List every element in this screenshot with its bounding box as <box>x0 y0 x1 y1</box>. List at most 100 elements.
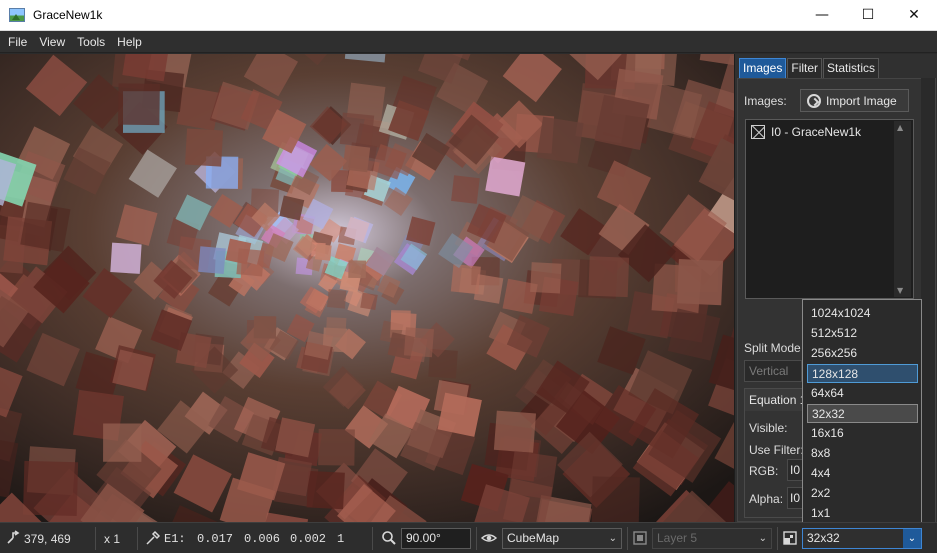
import-icon <box>807 93 821 108</box>
texture-pixel-tile <box>20 201 71 252</box>
texture-pixel-tile <box>253 316 277 339</box>
pixel-value-g: 0.006 <box>244 531 281 546</box>
rgb-input[interactable]: I0 <box>787 459 803 481</box>
fov-zoom-icon <box>382 531 396 545</box>
texture-pixel-tile <box>306 470 345 510</box>
texture-pixel-tile <box>327 289 347 309</box>
rgb-label: RGB: <box>749 464 779 478</box>
image-name: I0 - GraceNew1k <box>771 125 862 139</box>
layer-icon <box>633 531 647 545</box>
menu-bar: File View Tools Help <box>0 31 937 53</box>
texture-pixel-tile <box>318 428 355 466</box>
texture-pixel-tile <box>185 128 224 167</box>
scroll-up-icon[interactable]: ▲ <box>897 123 903 132</box>
texture-pixel-tile <box>198 246 226 274</box>
image-viewport[interactable] <box>0 54 734 522</box>
texture-pixel-tile <box>676 259 724 306</box>
layer-select[interactable]: Layer 5 ⌄ <box>652 528 772 549</box>
resolution-option-hovered[interactable]: 128x128 <box>807 364 918 383</box>
texture-pixel-tile <box>23 460 79 516</box>
resolution-option[interactable]: 1x1 <box>807 504 918 523</box>
list-scrollbar[interactable]: ▲ ▼ <box>894 121 911 297</box>
resolution-option[interactable]: 512x512 <box>807 324 918 343</box>
texture-pixel-tile <box>591 476 640 522</box>
chevron-down-icon: ⌄ <box>758 533 767 544</box>
texture-pixel-tile <box>428 348 458 379</box>
texture-pixel-tile <box>451 175 480 204</box>
panel-scrollbar[interactable] <box>921 78 935 522</box>
resolution-value: 32x32 <box>807 531 840 545</box>
projection-value: CubeMap <box>507 531 560 545</box>
resolution-select[interactable]: 32x32 ⌄ <box>802 528 922 549</box>
alpha-label: Alpha: <box>749 492 784 506</box>
chevron-down-icon[interactable]: ⌄ <box>903 529 921 548</box>
scroll-down-icon[interactable]: ▼ <box>897 286 903 295</box>
panel-tabs: Images Filter Statistics <box>739 58 880 78</box>
texture-pixel-tile <box>485 156 526 197</box>
cubemap-render <box>0 54 734 522</box>
texture-pixel-tile <box>275 417 316 458</box>
alpha-input[interactable]: I0 <box>787 487 803 509</box>
resolution-dropdown-popup[interactable]: 1024x1024 512x512 256x256 128x128 64x64 … <box>802 299 922 524</box>
status-bar: 379, 469 x 1 E1: 0.017 0.006 0.002 1 90.… <box>0 522 937 553</box>
menu-tools[interactable]: Tools <box>71 31 111 53</box>
texture-pixel-tile <box>360 292 378 311</box>
app-image-icon <box>9 8 25 22</box>
texture-pixel-tile <box>118 83 160 126</box>
fov-input[interactable]: 90.00° <box>401 528 471 549</box>
texture-pixel-tile <box>348 260 367 279</box>
split-mode-select[interactable]: Vertical <box>744 360 802 382</box>
texture-pixel-tile <box>536 116 584 164</box>
texture-pixel-tile <box>588 256 630 298</box>
texture-pixel-tile <box>110 242 142 274</box>
cursor-coords: 379, 469 <box>24 531 71 546</box>
texture-pixel-tile <box>342 144 371 173</box>
tab-filter[interactable]: Filter <box>787 58 823 78</box>
texture-pixel-tile <box>103 423 142 462</box>
visible-label: Visible: <box>749 421 788 435</box>
layer-value: Layer 5 <box>657 531 698 545</box>
use-filter-label: Use Filter: <box>749 443 804 457</box>
resolution-option[interactable]: 1024x1024 <box>807 304 918 323</box>
menu-file[interactable]: File <box>2 31 33 53</box>
texture-pixel-tile <box>325 317 347 338</box>
texture-pixel-tile <box>594 94 650 151</box>
minimize-button[interactable]: — <box>799 0 845 31</box>
texture-pixel-tile <box>493 410 537 453</box>
list-item[interactable]: I0 - GraceNew1k <box>751 125 861 139</box>
import-image-button[interactable]: Import Image <box>800 89 909 112</box>
projection-select[interactable]: CubeMap ⌄ <box>502 528 622 549</box>
images-label: Images: <box>744 94 787 108</box>
resolution-option[interactable]: 64x64 <box>807 384 918 403</box>
texture-pixel-tile <box>314 244 332 261</box>
split-mode-label: Split Mode <box>744 341 801 355</box>
image-thumbnail-icon <box>751 125 765 139</box>
tab-statistics[interactable]: Statistics <box>823 58 880 78</box>
resolution-option[interactable]: 4x4 <box>807 464 918 483</box>
pixel-value-a: 1 <box>337 531 345 546</box>
resolution-option[interactable]: 256x256 <box>807 344 918 363</box>
import-image-label: Import Image <box>826 93 897 108</box>
menu-help[interactable]: Help <box>111 31 148 53</box>
window-title: GraceNew1k <box>33 8 103 22</box>
texture-pixel-tile <box>390 310 411 331</box>
resolution-option[interactable]: 16x16 <box>807 424 918 443</box>
maximize-button[interactable]: ☐ <box>845 0 891 31</box>
title-bar: GraceNew1k — ☐ ✕ <box>0 0 937 31</box>
resolution-option[interactable]: 8x8 <box>807 444 918 463</box>
texture-pixel-tile <box>339 112 375 147</box>
menu-view[interactable]: View <box>33 31 71 53</box>
chevron-down-icon: ⌄ <box>608 533 617 544</box>
resolution-option[interactable]: 2x2 <box>807 484 918 503</box>
resolution-option-selected[interactable]: 32x32 <box>807 404 918 423</box>
pixel-equation-label: E1: <box>164 531 186 546</box>
cursor-position-icon <box>7 530 20 544</box>
tab-images[interactable]: Images <box>739 58 787 78</box>
pixel-value-r: 0.017 <box>197 531 234 546</box>
mipmap-icon <box>783 531 797 545</box>
pixel-value-b: 0.002 <box>290 531 327 546</box>
eye-icon <box>481 534 497 542</box>
image-list[interactable]: I0 - GraceNew1k ▲ ▼ <box>745 119 914 299</box>
close-button[interactable]: ✕ <box>891 0 937 31</box>
texture-pixel-tile <box>450 263 481 295</box>
